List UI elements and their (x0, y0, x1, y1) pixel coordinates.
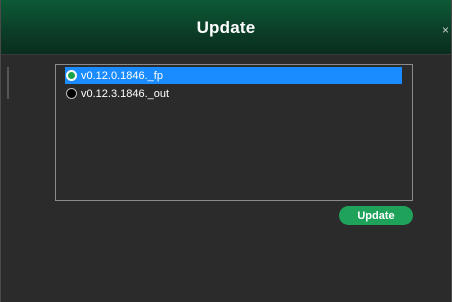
version-item[interactable]: v0.12.0.1846._fp (65, 67, 402, 84)
version-list[interactable]: v0.12.0.1846._fp v0.12.3.1846._out (55, 64, 413, 201)
version-label: v0.12.3.1846._out (81, 87, 170, 100)
version-label: v0.12.0.1846._fp (81, 69, 163, 82)
version-item[interactable]: v0.12.3.1846._out (65, 85, 402, 102)
update-button[interactable]: Update (339, 206, 413, 225)
side-divider (7, 67, 9, 99)
radio-unselected-icon[interactable] (66, 88, 77, 99)
update-dialog: Update × v0.12.0.1846._fp v0.12.3.1846._… (0, 0, 452, 302)
close-icon[interactable]: × (442, 24, 449, 36)
dialog-title: Update (196, 18, 256, 37)
title-bar: Update × (1, 0, 451, 55)
radio-selected-icon[interactable] (66, 70, 77, 81)
